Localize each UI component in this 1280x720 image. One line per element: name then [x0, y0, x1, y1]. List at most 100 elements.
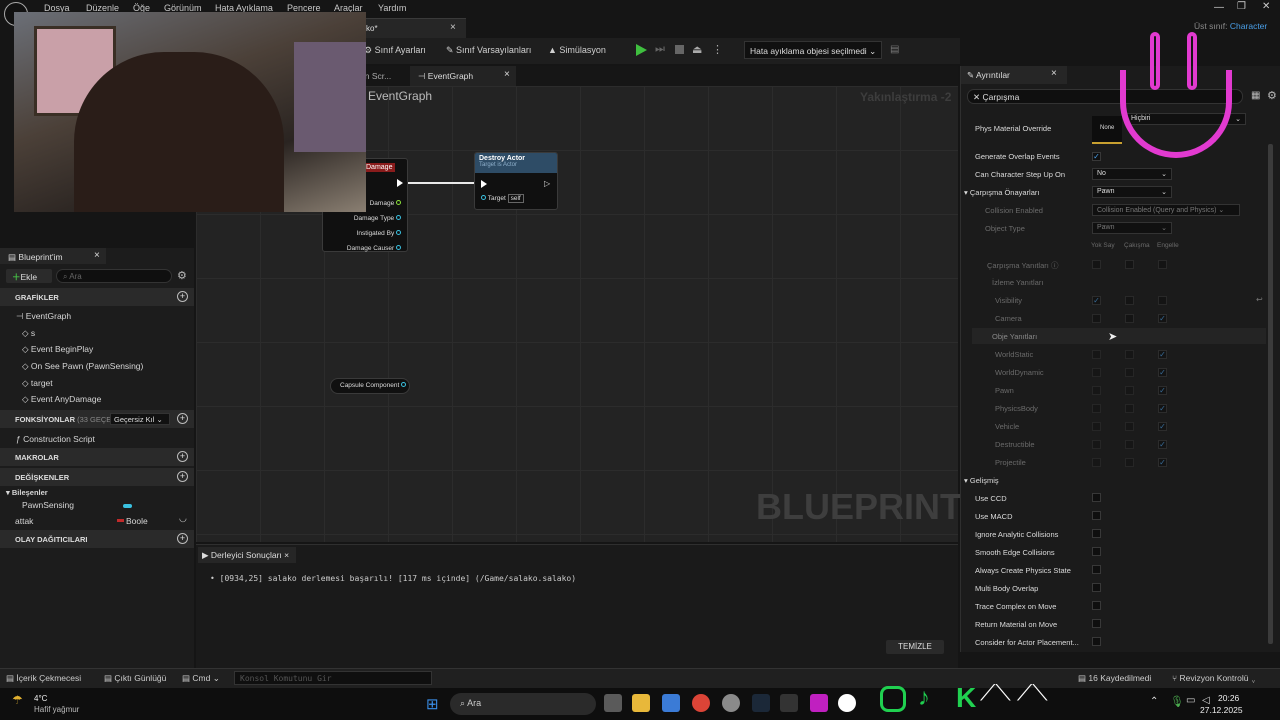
add-function-icon[interactable]: + — [177, 413, 188, 424]
console-command-input[interactable]: Konsol Komutunu Gir — [234, 671, 432, 685]
dispatchers-section-header[interactable]: OLAY DAĞITICILARI + — [0, 530, 194, 548]
close-tab-icon[interactable]: × — [1051, 68, 1057, 79]
visibility-block-checkbox[interactable] — [1158, 296, 1167, 305]
close-window-icon[interactable]: ✕ — [1262, 1, 1270, 12]
response-ignore-all-checkbox[interactable] — [1092, 260, 1101, 269]
file-explorer-icon[interactable] — [632, 694, 650, 712]
close-tab-icon[interactable]: × — [504, 69, 510, 80]
minimize-icon[interactable]: — — [1214, 2, 1224, 13]
windows-start-icon[interactable]: ⊞ — [426, 695, 439, 713]
tab-event-graph[interactable]: ⊣ EventGraph × — [410, 66, 516, 86]
capsule-component-node[interactable]: Capsule Component — [330, 378, 410, 394]
tree-construction-script[interactable]: ƒ Construction Script — [16, 434, 95, 444]
close-tab-icon[interactable]: × — [284, 550, 289, 560]
collision-presets-dropdown[interactable]: Pawn ⌄ — [1092, 186, 1172, 198]
visibility-eye-icon[interactable]: ◡ — [179, 513, 187, 524]
class-defaults-button[interactable]: ✎ Sınıf Varsayılanları — [446, 45, 531, 56]
close-tab-icon[interactable]: × — [450, 22, 456, 33]
details-scrollbar[interactable] — [1268, 144, 1273, 644]
advanced-checkbox[interactable] — [1092, 565, 1101, 574]
collision-enabled-dropdown[interactable]: Collision Enabled (Query and Physics) ⌄ — [1092, 204, 1240, 216]
clear-search-icon[interactable]: ✕ — [973, 92, 980, 102]
revision-control-button[interactable]: ⑂ Revizyon Kontrolü ⌄ — [1172, 673, 1256, 683]
advanced-checkbox[interactable] — [1092, 583, 1101, 592]
response-checkbox[interactable] — [1125, 422, 1134, 431]
variables-section-header[interactable]: DEĞİŞKENLER + — [0, 468, 194, 486]
response-checkbox[interactable]: ✓ — [1158, 386, 1167, 395]
network-icon[interactable]: ▭ — [1186, 695, 1195, 706]
simulation-button[interactable]: ▲ Simülasyon — [548, 45, 606, 55]
eject-icon[interactable]: ⏏ — [692, 43, 702, 56]
pin-damage-type[interactable]: Damage Type — [347, 211, 401, 226]
camera-overlap-checkbox[interactable] — [1125, 314, 1134, 323]
response-checkbox[interactable]: ✓ — [1158, 422, 1167, 431]
variable-attak[interactable]: attak — [15, 516, 33, 526]
tab-my-blueprint[interactable]: ▤ Blueprint'im × — [0, 248, 106, 264]
tab-details[interactable]: ✎ Ayrıntılar × — [961, 66, 1067, 84]
response-checkbox[interactable]: ✓ — [1158, 350, 1167, 359]
components-category[interactable]: ▾ Bileşenler — [6, 488, 48, 497]
play-icon[interactable] — [636, 44, 647, 56]
tree-graph-item[interactable]: ◇ Event BeginPlay — [22, 344, 93, 355]
advanced-checkbox[interactable] — [1092, 511, 1101, 520]
advanced-checkbox[interactable] — [1092, 529, 1101, 538]
response-overlap-all-checkbox[interactable] — [1125, 260, 1134, 269]
help-icon[interactable]: ⓘ — [1051, 261, 1059, 270]
variable-pawn-sensing[interactable]: PawnSensing — [22, 500, 74, 510]
task-view-icon[interactable] — [604, 694, 622, 712]
gear-icon[interactable]: ⚙ — [177, 269, 187, 282]
graphs-section-header[interactable]: GRAFİKLER + — [0, 288, 194, 306]
app-icon[interactable] — [722, 694, 740, 712]
tab-compiler-results[interactable]: ▶ Derleyici Sonuçları × — [198, 547, 296, 563]
debug-filter-icon[interactable]: ▤ — [890, 44, 899, 55]
epic-games-icon[interactable] — [780, 694, 798, 712]
close-tab-icon[interactable]: × — [94, 250, 100, 261]
chrome-icon[interactable] — [692, 694, 710, 712]
visibility-ignore-checkbox[interactable]: ✓ — [1092, 296, 1101, 305]
tree-graph-item[interactable]: ◇ Event AnyDamage — [22, 394, 101, 405]
add-graph-icon[interactable]: + — [177, 291, 188, 302]
response-checkbox[interactable] — [1125, 458, 1134, 467]
app-icon[interactable] — [810, 694, 828, 712]
destroy-actor-node[interactable]: Destroy Actor Target is Actor ▷ Target s… — [474, 152, 558, 210]
advanced-checkbox[interactable] — [1092, 619, 1101, 628]
response-checkbox[interactable] — [1125, 440, 1134, 449]
advanced-checkbox[interactable] — [1092, 637, 1101, 646]
output-log-button[interactable]: ▤ Çıktı Günlüğü — [104, 673, 166, 684]
response-checkbox[interactable] — [1092, 368, 1101, 377]
visibility-overlap-checkbox[interactable] — [1125, 296, 1134, 305]
cmd-dropdown[interactable]: ▤ Cmd ⌄ — [182, 673, 220, 684]
table-view-icon[interactable]: ▦ — [1251, 90, 1260, 101]
tray-chevron-icon[interactable]: ⌃ — [1150, 696, 1158, 707]
response-checkbox[interactable] — [1092, 458, 1101, 467]
class-settings-button[interactable]: ⚙ Sınıf Ayarları — [364, 45, 426, 56]
phys-material-thumbnail[interactable]: None — [1092, 116, 1122, 144]
response-checkbox[interactable] — [1092, 422, 1101, 431]
pin-damage-causer[interactable]: Damage Causer — [347, 241, 401, 256]
stop-icon[interactable] — [675, 45, 684, 54]
collision-presets-label[interactable]: ▾ Çarpışma Önayarları — [964, 188, 1039, 197]
tree-graph-item[interactable]: ◇ On See Pawn (PawnSensing) — [22, 361, 143, 372]
parent-class-link[interactable]: Character — [1230, 21, 1267, 31]
response-checkbox[interactable] — [1092, 440, 1101, 449]
exec-out-pin[interactable]: ▷ — [544, 179, 550, 188]
gear-icon[interactable]: ⚙ — [1267, 89, 1277, 102]
unreal-taskbar-icon[interactable] — [838, 694, 856, 712]
content-drawer-button[interactable]: ▤ İçerik Çekmecesi — [6, 673, 81, 684]
advanced-section-label[interactable]: ▾ Gelişmiş — [964, 476, 999, 485]
response-checkbox[interactable] — [1125, 404, 1134, 413]
advanced-checkbox[interactable] — [1092, 601, 1101, 610]
menu-help[interactable]: Yardım — [378, 3, 406, 13]
tree-event-graph[interactable]: ⊣ EventGraph — [16, 311, 71, 322]
steam-icon[interactable] — [752, 694, 770, 712]
tree-graph-item[interactable]: ◇ s — [22, 328, 35, 339]
debug-object-dropdown[interactable]: Hata ayıklama objesi seçilmedi ⌄ — [744, 41, 882, 59]
response-checkbox[interactable] — [1125, 350, 1134, 359]
taskbar-search[interactable]: ⌕ Ara — [450, 693, 596, 715]
tree-graph-item[interactable]: ◇ target — [22, 378, 53, 389]
response-checkbox[interactable] — [1125, 368, 1134, 377]
blueprint-document-tab[interactable]: ko* × — [360, 18, 466, 38]
response-checkbox[interactable]: ✓ — [1158, 440, 1167, 449]
unsaved-assets-button[interactable]: ▤ 16 Kaydedilmedi — [1078, 673, 1151, 684]
response-block-all-checkbox[interactable] — [1158, 260, 1167, 269]
